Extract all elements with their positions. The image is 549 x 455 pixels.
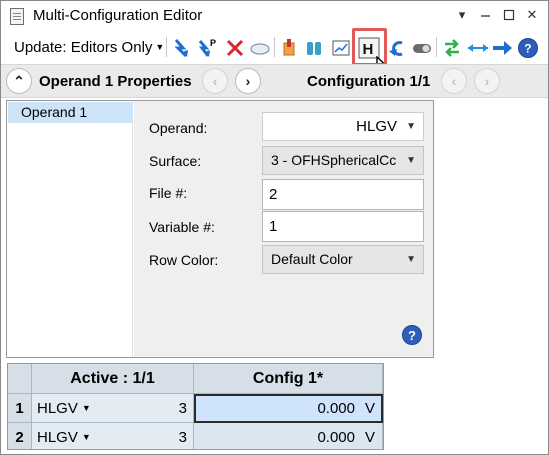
row-color-field-label: Row Color: — [149, 252, 219, 268]
toolbar: Update: Editors Only ▼ P H ? — [1, 32, 548, 84]
close-icon[interactable]: ✕ — [523, 6, 541, 24]
lens-icon[interactable] — [249, 37, 271, 59]
solve-type[interactable]: V — [365, 394, 375, 423]
svg-text:P: P — [210, 38, 216, 48]
chevron-down-icon: ▼ — [406, 121, 416, 132]
surface-value: 3 - OFHSphericalCc — [271, 152, 397, 168]
properties-panel: Operand 1 Operand: HLGV ▼ Surface: 3 - O… — [6, 100, 434, 358]
previous-config-button[interactable]: ‹ — [441, 68, 467, 94]
operand-properties-label: Operand 1 Properties — [39, 73, 192, 90]
insert-after-icon[interactable]: P — [197, 37, 219, 59]
update-mode-label: Update: Editors Only — [14, 39, 153, 56]
list-item-operand-1[interactable]: Operand 1 — [8, 102, 133, 123]
swap-arrows-icon[interactable] — [441, 37, 463, 59]
window-title: Multi-Configuration Editor — [33, 7, 203, 24]
file-number-input[interactable]: 2 — [262, 179, 424, 210]
operand-param: 3 — [178, 400, 187, 417]
next-arrow-icon[interactable] — [491, 37, 513, 59]
chevron-down-icon: ▼ — [406, 254, 416, 265]
columns-icon[interactable] — [303, 37, 325, 59]
help-icon[interactable]: ? — [517, 37, 539, 59]
config-1-column-header[interactable]: Config 1* — [194, 364, 383, 394]
maximize-icon[interactable] — [500, 6, 518, 24]
config-value: 0.000 — [317, 429, 355, 446]
chevron-down-icon[interactable]: ▼ — [82, 432, 91, 442]
row-color-select[interactable]: Default Color ▼ — [262, 245, 424, 274]
config-value: 0.000 — [317, 400, 355, 417]
row-color-value: Default Color — [271, 251, 353, 267]
chevron-down-icon[interactable]: ▼ — [82, 403, 91, 413]
surface-field-label: Surface: — [149, 153, 202, 169]
delete-operand-icon[interactable] — [224, 37, 246, 59]
operand-type-value: HLGV — [356, 118, 397, 135]
chevron-down-icon: ▼ — [406, 155, 416, 166]
solve-type[interactable]: V — [365, 423, 375, 452]
config-value-cell[interactable]: 0.000 V — [194, 394, 383, 423]
config-grid: Active : 1/1 Config 1* 1 HLGV ▼ 3 0.000 V… — [7, 363, 384, 450]
toolbar-separator — [436, 37, 437, 57]
next-config-button[interactable]: › — [474, 68, 500, 94]
row-number[interactable]: 2 — [8, 423, 32, 449]
svg-text:?: ? — [524, 42, 531, 56]
variable-number-input[interactable]: 1 — [262, 211, 424, 242]
variable-field-label: Variable #: — [149, 219, 215, 235]
operand-type-select[interactable]: HLGV ▼ — [262, 112, 424, 141]
toolbar-separator — [274, 37, 275, 57]
multi-config-editor-window: Multi-Configuration Editor ▾ ✕ Update: E… — [0, 0, 549, 455]
highlight-box — [352, 28, 387, 66]
toolbar-separator — [166, 37, 167, 57]
title-bar: Multi-Configuration Editor ▾ ✕ — [1, 1, 548, 31]
configuration-label: Configuration 1/1 — [307, 73, 431, 90]
collapse-properties-button[interactable]: ⌃ — [6, 68, 32, 94]
insert-operand-icon[interactable] — [171, 37, 193, 59]
toggle-icon[interactable] — [411, 37, 433, 59]
operand-param: 3 — [178, 429, 187, 446]
properties-nav-bar: ⌃ Operand 1 Properties ‹ › Configuration… — [1, 64, 548, 98]
graph-icon[interactable] — [330, 37, 352, 59]
active-column-header[interactable]: Active : 1/1 — [32, 364, 194, 394]
table-row-operand[interactable]: HLGV ▼ 3 — [32, 394, 194, 423]
pin-dropdown-icon[interactable]: ▾ — [453, 6, 471, 24]
chevron-down-icon: ▼ — [155, 42, 165, 52]
config-value-cell[interactable]: 0.000 V — [194, 423, 383, 449]
operand-name: HLGV — [37, 400, 78, 417]
grid-corner — [8, 364, 32, 394]
previous-operand-button[interactable]: ‹ — [202, 68, 228, 94]
minimize-icon[interactable] — [477, 6, 495, 24]
update-mode-dropdown[interactable]: Update: Editors Only ▼ — [7, 36, 164, 58]
surface-select[interactable]: 3 - OFHSphericalCc ▼ — [262, 146, 424, 175]
file-field-label: File #: — [149, 185, 188, 201]
properties-help-icon[interactable]: ? — [402, 325, 422, 345]
app-document-icon — [10, 8, 24, 25]
operand-name: HLGV — [37, 429, 78, 446]
next-operand-button[interactable]: › — [235, 68, 261, 94]
properties-form: Operand: HLGV ▼ Surface: 3 - OFHSpherica… — [134, 101, 433, 357]
expand-arrows-icon[interactable] — [467, 37, 489, 59]
row-number[interactable]: 1 — [8, 394, 32, 423]
properties-category-list: Operand 1 — [7, 101, 133, 357]
insert-config-icon[interactable] — [278, 37, 300, 59]
table-row-operand[interactable]: HLGV ▼ 3 — [32, 423, 194, 449]
operand-field-label: Operand: — [149, 120, 208, 136]
